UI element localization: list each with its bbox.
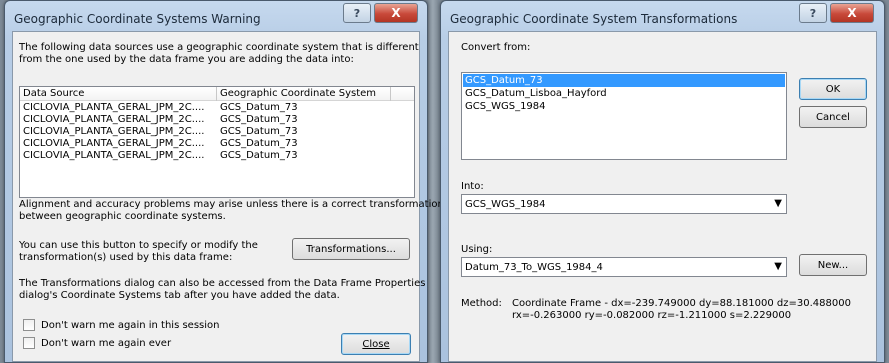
use-button-text-line2: transformation(s) used by this data fram… <box>19 252 233 263</box>
data-sources-table[interactable]: Data Source Geographic Coordinate System… <box>19 86 415 198</box>
alignment-text-line2: between geographic coordinate systems. <box>19 211 226 222</box>
table-row[interactable]: CICLOVIA_PLANTA_GERAL_JPM_2C.... GCS_Dat… <box>21 102 413 113</box>
transformations-button-label: Transformations... <box>306 243 396 255</box>
dont-warn-session-checkbox[interactable] <box>23 319 35 331</box>
column-header-data-source[interactable]: Data Source <box>20 88 210 100</box>
coordinate-system-transformations-dialog: Geographic Coordinate System Transformat… <box>440 0 885 363</box>
new-transformation-button[interactable]: New... <box>799 254 867 276</box>
list-item[interactable]: GCS_Datum_Lisboa_Hayford <box>463 87 785 100</box>
chevron-down-icon[interactable]: ▼ <box>774 198 782 209</box>
new-button-label: New... <box>817 259 849 271</box>
close-icon: X <box>847 6 857 20</box>
column-divider[interactable] <box>390 87 391 101</box>
close-window-button[interactable]: X <box>830 3 874 23</box>
cell-gcs: GCS_Datum_73 <box>220 102 298 113</box>
cell-data-source: CICLOVIA_PLANTA_GERAL_JPM_2C.... <box>23 126 205 137</box>
table-row[interactable]: CICLOVIA_PLANTA_GERAL_JPM_2C.... GCS_Dat… <box>21 150 413 161</box>
cell-gcs: GCS_Datum_73 <box>220 150 298 161</box>
dont-warn-session-label[interactable]: Don't warn me again in this session <box>41 320 219 332</box>
method-parameters-line2: rx=-0.263000 ry=-0.082000 rz=-1.211000 s… <box>512 310 792 321</box>
also-text-line1: The Transformations dialog can also be a… <box>19 278 426 289</box>
into-dropdown-value: GCS_WGS_1984 <box>465 199 546 210</box>
help-icon: ? <box>809 6 817 20</box>
close-icon: X <box>391 6 401 20</box>
use-button-text-line1: You can use this button to specify or mo… <box>19 240 258 251</box>
cell-data-source: CICLOVIA_PLANTA_GERAL_JPM_2C.... <box>23 114 205 125</box>
desktop-background <box>428 0 438 363</box>
dialog-body: The following data sources use a geograp… <box>12 31 444 362</box>
column-header-gcs[interactable]: Geographic Coordinate System <box>217 88 397 100</box>
alignment-text-line1: Alignment and accuracy problems may aris… <box>19 199 444 210</box>
dont-warn-ever-label[interactable]: Don't warn me again ever <box>41 338 171 350</box>
close-button-label: Close <box>362 338 390 350</box>
cancel-button[interactable]: Cancel <box>799 106 867 128</box>
close-button[interactable]: Close <box>341 333 411 355</box>
dialog-title: Geographic Coordinate System Transformat… <box>450 12 738 26</box>
cell-data-source: CICLOVIA_PLANTA_GERAL_JPM_2C.... <box>23 102 205 113</box>
method-label: Method: <box>461 298 502 309</box>
table-header: Data Source Geographic Coordinate System <box>20 87 414 101</box>
table-row[interactable]: CICLOVIA_PLANTA_GERAL_JPM_2C.... GCS_Dat… <box>21 126 413 137</box>
convert-from-list[interactable]: GCS_Datum_73 GCS_Datum_Lisboa_Hayford GC… <box>461 72 787 160</box>
cell-data-source: CICLOVIA_PLANTA_GERAL_JPM_2C.... <box>23 150 205 161</box>
table-row[interactable]: CICLOVIA_PLANTA_GERAL_JPM_2C.... GCS_Dat… <box>21 138 413 149</box>
using-dropdown[interactable]: Datum_73_To_WGS_1984_4 ▼ <box>461 257 787 277</box>
into-dropdown[interactable]: GCS_WGS_1984 ▼ <box>461 194 787 214</box>
dialog-title: Geographic Coordinate Systems Warning <box>14 12 261 26</box>
coordinate-systems-warning-dialog: Geographic Coordinate Systems Warning ? … <box>4 0 444 363</box>
ok-button-label: OK <box>825 83 841 95</box>
help-button[interactable]: ? <box>343 3 371 23</box>
ok-button[interactable]: OK <box>799 78 867 100</box>
using-label: Using: <box>461 244 493 255</box>
chevron-down-icon[interactable]: ▼ <box>774 261 782 272</box>
dialog-body: Convert from: GCS_Datum_73 GCS_Datum_Lis… <box>448 31 877 362</box>
also-text-line2: dialog's Coordinate Systems tab after yo… <box>19 290 340 301</box>
cell-gcs: GCS_Datum_73 <box>220 126 298 137</box>
list-item[interactable]: GCS_Datum_73 <box>463 74 785 87</box>
intro-text-line1: The following data sources use a geograp… <box>19 42 419 53</box>
list-item[interactable]: GCS_WGS_1984 <box>463 100 785 113</box>
transformations-button[interactable]: Transformations... <box>292 238 410 260</box>
into-label: Into: <box>461 181 484 192</box>
help-icon: ? <box>353 6 361 20</box>
cell-gcs: GCS_Datum_73 <box>220 138 298 149</box>
title-bar[interactable]: Geographic Coordinate System Transformat… <box>441 1 884 31</box>
cell-gcs: GCS_Datum_73 <box>220 114 298 125</box>
cancel-button-label: Cancel <box>816 111 850 123</box>
cell-data-source: CICLOVIA_PLANTA_GERAL_JPM_2C.... <box>23 138 205 149</box>
close-window-button[interactable]: X <box>374 3 418 23</box>
intro-text-line2: from the one used by the data frame you … <box>19 54 354 65</box>
title-bar[interactable]: Geographic Coordinate Systems Warning ? … <box>5 1 427 31</box>
dont-warn-ever-checkbox[interactable] <box>23 337 35 349</box>
using-dropdown-value: Datum_73_To_WGS_1984_4 <box>465 262 603 273</box>
method-parameters-line1: Coordinate Frame - dx=-239.749000 dy=88.… <box>512 298 851 309</box>
table-row[interactable]: CICLOVIA_PLANTA_GERAL_JPM_2C.... GCS_Dat… <box>21 114 413 125</box>
help-button[interactable]: ? <box>799 3 827 23</box>
convert-from-label: Convert from: <box>461 42 531 53</box>
